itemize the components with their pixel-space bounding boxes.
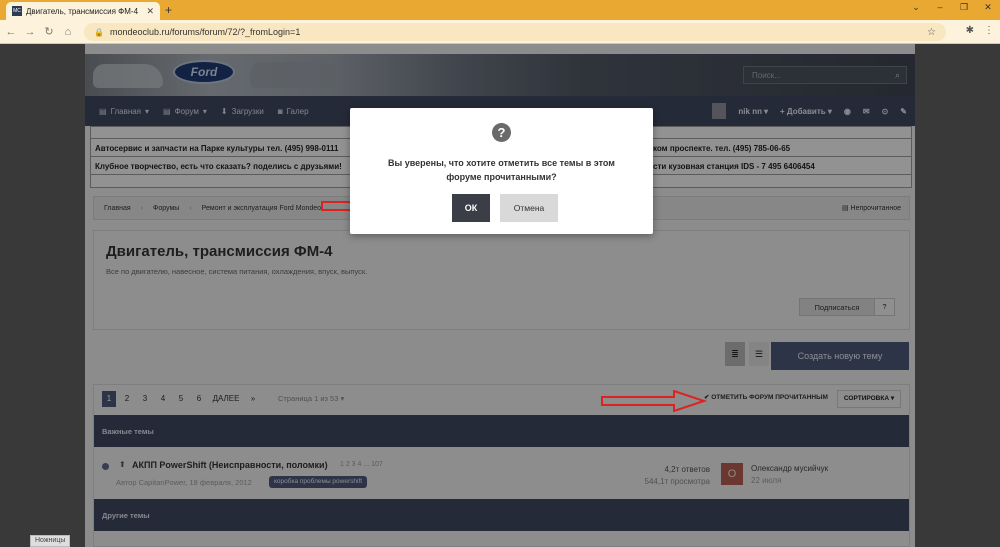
ok-button[interactable]: ОК — [452, 194, 490, 222]
annotation-arrow — [601, 390, 708, 412]
new-tab-button[interactable]: + — [165, 3, 172, 17]
url-text: mondeoclub.ru/forums/forum/72/?_fromLogi… — [109, 27, 301, 37]
browser-tab[interactable]: MC Двигатель, трансмиссия ФМ-4 ✕ — [6, 2, 160, 20]
confirm-dialog: ? Вы уверены, что хотите отметить все те… — [350, 108, 653, 234]
home-button[interactable]: ⌂ — [60, 26, 76, 38]
status-tooltip: Ножницы — [30, 535, 71, 547]
dialog-message: Вы уверены, что хотите отметить все темы… — [388, 158, 615, 182]
extensions-area: ✱ ⋮ — [966, 25, 994, 36]
maximize-button[interactable]: ❐ — [958, 2, 970, 13]
tab-title: Двигатель, трансмиссия ФМ-4 — [26, 6, 139, 16]
tab-search-icon[interactable]: ⌄ — [910, 2, 922, 13]
cancel-button[interactable]: Отмена — [500, 194, 558, 222]
lock-icon: 🔒 — [94, 27, 104, 37]
forward-button[interactable]: → — [22, 26, 38, 38]
menu-icon[interactable]: ⋮ — [984, 25, 994, 36]
favicon-icon: MC — [12, 6, 22, 16]
reload-button[interactable]: ↻ — [41, 25, 57, 38]
browser-tab-bar: MC Двигатель, трансмиссия ФМ-4 ✕ + ⌄ – ❐… — [0, 0, 1000, 20]
bookmark-star-icon[interactable]: ☆ — [927, 27, 936, 38]
close-tab-icon[interactable]: ✕ — [146, 6, 154, 17]
question-icon: ? — [492, 123, 511, 142]
minimize-button[interactable]: – — [934, 2, 946, 13]
close-window-button[interactable]: ✕ — [982, 2, 994, 13]
window-controls: ⌄ – ❐ ✕ — [910, 2, 994, 13]
url-input[interactable]: 🔒 mondeoclub.ru/forums/forum/72/?_fromLo… — [84, 23, 946, 41]
back-button[interactable]: ← — [3, 26, 19, 38]
extensions-icon[interactable]: ✱ — [966, 25, 974, 36]
page-viewport: Ford Поиск... ⌕ ▤ Главная ▾ ▤ Форум ▾ ⬇ … — [0, 44, 1000, 547]
address-bar-row: ← → ↻ ⌂ 🔒 mondeoclub.ru/forums/forum/72/… — [0, 20, 1000, 44]
